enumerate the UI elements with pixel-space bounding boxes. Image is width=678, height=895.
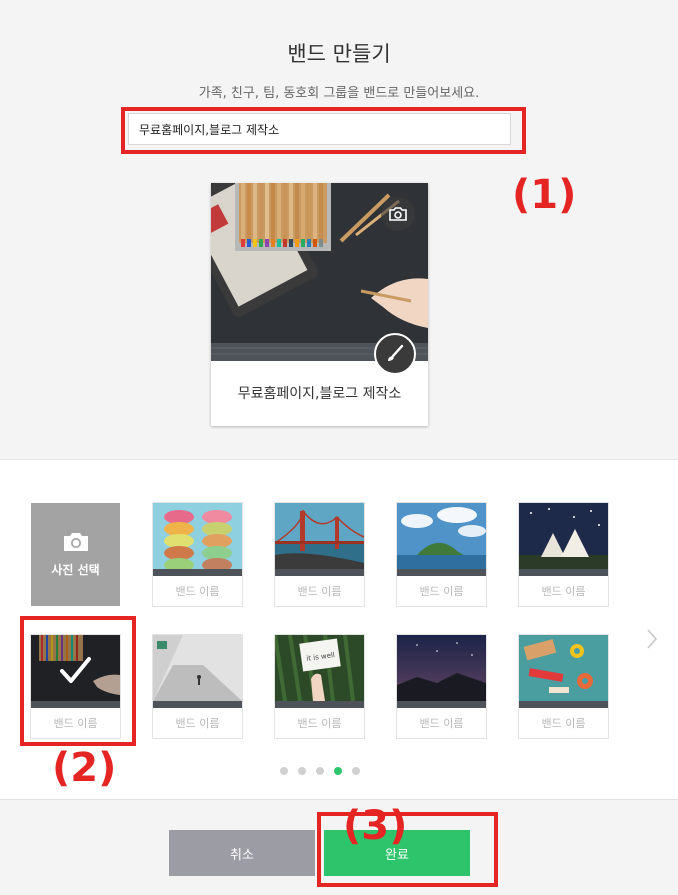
page-dot-2[interactable]: [298, 767, 306, 775]
page-dot-5[interactable]: [352, 767, 360, 775]
cover-thumb-craft-tools[interactable]: 밴드 이름: [519, 635, 608, 738]
cover-thumb-label: 밴드 이름: [297, 717, 342, 730]
cover-thumb-label: 밴드 이름: [541, 585, 586, 598]
preview-band-name: 무료홈페이지,블로그 제작소: [237, 386, 402, 402]
photo-select-label: 사진 선택: [51, 563, 100, 577]
photo-select-button[interactable]: 사진 선택: [31, 503, 120, 606]
cover-thumb-concrete-steps[interactable]: 밴드 이름: [153, 635, 242, 738]
cancel-button[interactable]: 취소: [169, 830, 315, 876]
cover-thumb-label: 밴드 이름: [419, 717, 464, 730]
page-dot-1[interactable]: [280, 767, 288, 775]
brush-icon[interactable]: [374, 333, 416, 375]
page-dot-4[interactable]: [334, 767, 342, 775]
cover-thumb-night-sky[interactable]: 밴드 이름: [397, 635, 486, 738]
annotation-label-1: (1): [512, 172, 577, 218]
cover-thumb-island[interactable]: 밴드 이름: [397, 503, 486, 606]
cover-thumb-label: 밴드 이름: [419, 585, 464, 598]
cover-thumb-label: 밴드 이름: [175, 717, 220, 730]
page-subtitle: 가족, 친구, 팀, 동호회 그룹을 밴드로 만들어보세요.: [198, 86, 480, 101]
camera-icon[interactable]: [381, 197, 415, 231]
annotation-label-2: (2): [52, 745, 117, 791]
cover-thumb-label: 밴드 이름: [175, 585, 220, 598]
cover-thumb-label: 밴드 이름: [541, 717, 586, 730]
cover-thumb-macarons[interactable]: 밴드 이름: [153, 503, 242, 606]
camera-icon: [64, 533, 88, 551]
cover-thumb-label: 밴드 이름: [297, 585, 342, 598]
page-dot-3[interactable]: [316, 767, 324, 775]
band-name-input[interactable]: [128, 113, 511, 145]
page-title: 밴드 만들기: [287, 42, 391, 66]
cover-thumb-label: 밴드 이름: [53, 717, 98, 730]
cover-thumb-tents-night[interactable]: 밴드 이름: [519, 503, 608, 606]
cover-thumb-it-is-well-sign[interactable]: it is well 밴드 이름: [275, 635, 364, 738]
cover-thumb-pencils[interactable]: 밴드 이름: [31, 635, 120, 738]
chevron-right-icon[interactable]: [640, 624, 664, 654]
cover-thumb-bridge[interactable]: 밴드 이름: [275, 503, 364, 606]
annotation-label-3: (3): [343, 803, 408, 849]
